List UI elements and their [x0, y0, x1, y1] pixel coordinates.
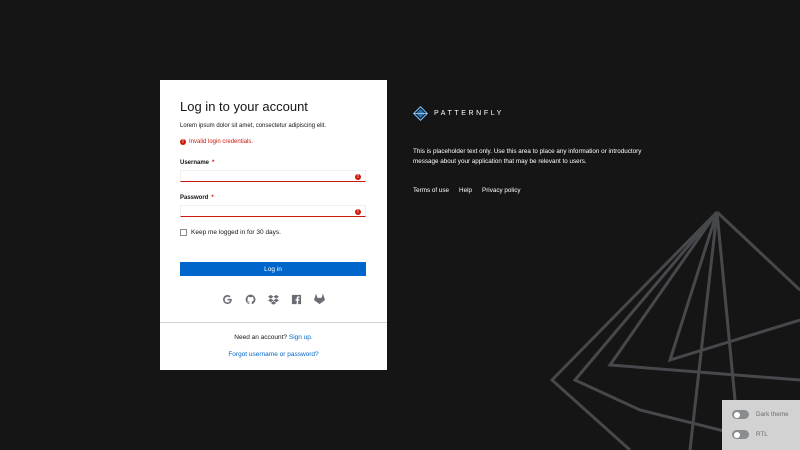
username-error-icon: ! — [355, 173, 361, 180]
login-subtitle: Lorem ipsum dolor sit amet, consectetur … — [180, 123, 327, 129]
privacy-link[interactable]: Privacy policy — [482, 187, 521, 194]
brand-logo: PATTERNFLY — [413, 106, 504, 121]
login-title: Log in to your account — [180, 99, 308, 114]
rtl-toggle[interactable] — [732, 430, 749, 439]
rtl-row: RTL — [732, 430, 768, 439]
social-login-list — [222, 292, 325, 305]
keep-logged-in-label: Keep me logged in for 30 days. — [191, 229, 281, 236]
username-label: Username * — [180, 160, 215, 166]
patternfly-logo-icon — [413, 106, 428, 121]
password-input[interactable] — [181, 213, 359, 223]
required-mark: * — [211, 195, 214, 201]
rtl-label: RTL — [756, 431, 768, 438]
card-divider — [160, 322, 387, 323]
facebook-icon[interactable] — [291, 292, 302, 305]
login-button[interactable]: Log in — [180, 262, 366, 276]
required-mark: * — [212, 160, 215, 166]
brand-name: PATTERNFLY — [434, 110, 504, 117]
forgot-credentials-link[interactable]: Forgot username or password? — [160, 351, 387, 358]
username-field[interactable]: ! — [180, 170, 366, 188]
error-icon: ! — [180, 139, 186, 145]
username-input[interactable] — [181, 178, 359, 188]
sign-up-link[interactable]: Sign up. — [289, 334, 313, 341]
gitlab-icon[interactable] — [314, 292, 325, 305]
google-icon[interactable] — [222, 292, 233, 304]
password-field[interactable]: ! — [180, 205, 366, 223]
theme-settings-panel: Dark theme RTL — [722, 400, 800, 450]
dropbox-icon[interactable] — [268, 292, 279, 305]
dark-theme-toggle[interactable] — [732, 410, 749, 419]
login-error-message: ! Invalid login credentials. — [180, 139, 253, 145]
login-card: Log in to your account Lorem ipsum dolor… — [160, 80, 387, 370]
background-lines — [549, 210, 800, 450]
brand-info-text: This is placeholder text only. Use this … — [413, 148, 642, 165]
signup-prompt: Need an account? Sign up. — [234, 334, 313, 341]
dark-theme-label: Dark theme — [756, 411, 789, 418]
footer-links: Terms of use Help Privacy policy — [413, 187, 521, 194]
password-error-icon: ! — [355, 208, 361, 215]
terms-link[interactable]: Terms of use — [413, 187, 449, 194]
dark-theme-row: Dark theme — [732, 410, 789, 419]
error-text: Invalid login credentials. — [189, 139, 254, 145]
password-label: Password * — [180, 195, 214, 201]
help-link[interactable]: Help — [459, 187, 472, 194]
keep-logged-in-checkbox[interactable] — [180, 229, 187, 236]
keep-logged-in-row[interactable]: Keep me logged in for 30 days. — [180, 229, 281, 236]
github-icon[interactable] — [245, 292, 256, 305]
